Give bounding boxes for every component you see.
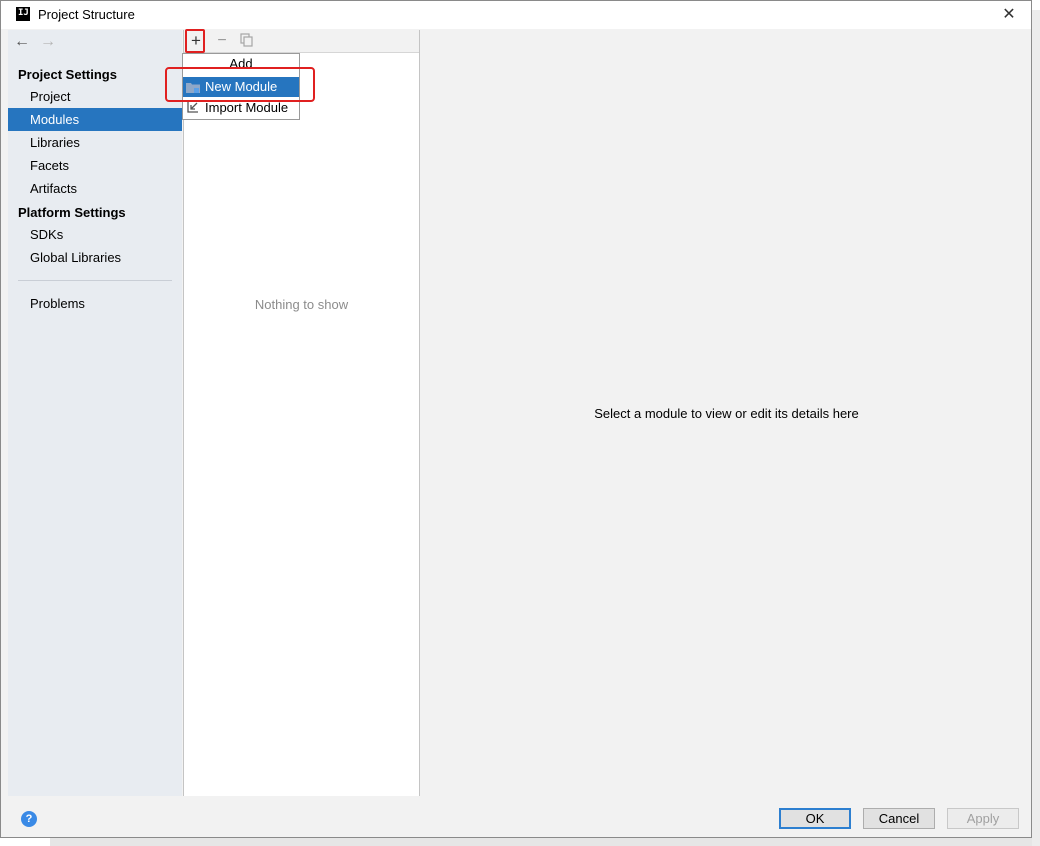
ok-button[interactable]: OK — [779, 808, 851, 829]
help-icon[interactable]: ? — [21, 811, 37, 827]
forward-arrow-icon[interactable]: → — [40, 34, 56, 50]
sidebar-item-project[interactable]: Project — [8, 85, 182, 108]
sidebar-item-sdks[interactable]: SDKs — [8, 223, 182, 246]
intellij-app-icon: IJ — [16, 7, 30, 21]
empty-list-text: Nothing to show — [254, 297, 349, 312]
sidebar-item-modules[interactable]: Modules — [8, 108, 182, 131]
title-bar — [1, 1, 1031, 29]
close-icon[interactable]: ✕ — [994, 3, 1024, 27]
window-shadow — [50, 838, 1040, 846]
remove-icon[interactable]: − — [215, 32, 229, 50]
sidebar-item-artifacts[interactable]: Artifacts — [8, 177, 182, 200]
sidebar-item-libraries[interactable]: Libraries — [8, 131, 182, 154]
import-icon — [187, 101, 199, 113]
cancel-button[interactable]: Cancel — [863, 808, 935, 829]
window-shadow — [1032, 10, 1040, 846]
section-project-settings: Project Settings — [18, 67, 117, 82]
sidebar-item-facets[interactable]: Facets — [8, 154, 182, 177]
back-arrow-icon[interactable]: ← — [14, 34, 30, 50]
sidebar-divider — [18, 280, 172, 281]
add-annotation-box — [185, 29, 205, 53]
section-platform-settings: Platform Settings — [18, 205, 126, 220]
sidebar-item-global-libraries[interactable]: Global Libraries — [8, 246, 182, 269]
sidebar-item-problems[interactable]: Problems — [8, 292, 182, 315]
copy-icon[interactable] — [240, 33, 254, 47]
window-title: Project Structure — [38, 7, 135, 22]
detail-placeholder-text: Select a module to view or edit its deta… — [594, 406, 859, 421]
new-module-annotation-box — [165, 67, 315, 102]
module-list-pane — [183, 30, 420, 796]
apply-button[interactable]: Apply — [947, 808, 1019, 829]
